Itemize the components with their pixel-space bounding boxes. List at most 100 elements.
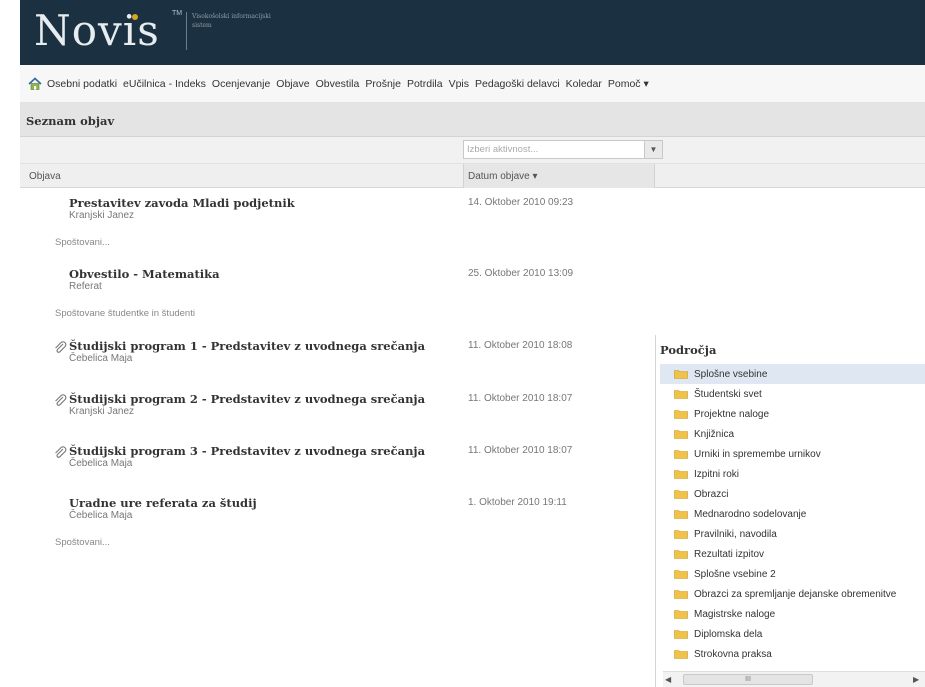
areas-panel: Področja Splošne vsebine Študentski svet P… [655,335,925,687]
area-tree-item[interactable]: Obrazci za spremljanje dejanske obremeni… [660,584,925,604]
logo-trademark: TM [172,10,183,17]
folder-icon [674,510,688,519]
area-tree-item[interactable]: Izpitni roki [660,464,925,484]
scroll-right-arrow-icon[interactable]: ▶ [913,675,919,684]
nav-item[interactable]: Objave [276,78,309,90]
nav-item[interactable]: Osebni podatki [47,78,117,90]
announcement-author: Referat [69,281,102,292]
nav-item[interactable]: eUčilnica - Indeks [123,78,206,90]
panel-title: Seznam objav [26,114,115,128]
nav-item[interactable]: Koledar [566,78,602,90]
announcement-preview: Spoštovani... [55,537,110,548]
area-tree-label: Projektne naloge [694,408,770,420]
area-tree-item[interactable]: Knjižnica [660,424,925,444]
activity-filter-input[interactable]: Izberi aktivnost... [467,144,538,155]
area-tree-label: Pravilniki, navodila [694,528,777,540]
folder-icon [674,590,688,599]
announcement-author: Kranjski Janez [69,210,135,221]
folder-icon [674,430,688,439]
logo-subtitle: Visokošolski informacijski sistem [192,13,271,29]
paperclip-icon [55,394,67,406]
area-tree-item[interactable]: Strokovna praksa [660,644,925,664]
column-header-datum-cell[interactable]: Datum objave ▾ [463,164,655,188]
announcement-date: 11. Oktober 2010 18:08 [468,340,573,351]
activity-filter-combo[interactable]: Izberi aktivnost... ▼ [463,140,663,159]
table-row[interactable]: Prestavitev zavoda Mladi podjetnik Kranjs… [20,193,655,248]
grid-toolbar: Izberi aktivnost... ▼ [20,137,925,164]
nav-item[interactable]: Potrdila [407,78,443,90]
home-icon[interactable] [28,76,42,91]
area-tree-label: Strokovna praksa [694,648,772,660]
table-row[interactable]: Študijski program 3 - Predstavitev z uvo… [20,441,655,491]
table-row[interactable]: Študijski program 2 - Predstavitev z uvo… [20,389,655,439]
area-tree-label: Izpitni roki [694,468,740,480]
announcements-grid: Prestavitev zavoda Mladi podjetnik Kranjs… [20,188,655,558]
announcement-title[interactable]: Študijski program 3 - Predstavitev z uvo… [69,444,425,458]
nav-item[interactable]: Prošnje [365,78,401,90]
area-tree-item[interactable]: Splošne vsebine [660,364,925,384]
announcement-title[interactable]: Uradne ure referata za študij [69,496,257,510]
area-tree-label: Magistrske naloge [694,608,776,620]
folder-icon [674,630,688,639]
area-tree-item[interactable]: Splošne vsebine 2 [660,564,925,584]
folder-icon [674,650,688,659]
folder-icon [674,610,688,619]
area-tree-item[interactable]: Obrazci [660,484,925,504]
table-row[interactable]: Obvestilo - Matematika Referat 25. Oktober… [20,264,655,319]
folder-icon [674,390,688,399]
paperclip-icon [55,446,67,458]
area-tree-item[interactable]: Diplomska dela [660,624,925,644]
announcement-preview: Spoštovane študentke in študenti [55,308,195,319]
announcement-title[interactable]: Prestavitev zavoda Mladi podjetnik [69,196,295,210]
area-tree-item[interactable]: Projektne naloge [660,404,925,424]
area-tree-label: Rezultati izpitov [694,548,765,560]
main-nav: Osebni podatki eUčilnica - Indeks Ocenjeva… [20,65,925,103]
announcement-date: 14. Oktober 2010 09:23 [468,197,574,208]
grid-header: Objava Datum objave ▾ [20,164,925,188]
areas-horizontal-scrollbar[interactable]: ◀ III ▶ [663,671,925,687]
area-tree-label: Študentski svet [694,388,762,400]
panel-header: Seznam objav [20,103,925,137]
announcement-author: Kranjski Janez [69,406,135,417]
nav-item[interactable]: Vpis [449,78,469,90]
table-row[interactable]: Študijski program 1 - Predstavitev z uvo… [20,336,655,386]
novis-logo: Novis [34,6,160,55]
area-tree-item[interactable]: Rezultati izpitov [660,544,925,564]
announcement-date: 25. Oktober 2010 13:09 [468,268,574,279]
announcement-title[interactable]: Obvestilo - Matematika [69,267,220,281]
announcement-title[interactable]: Študijski program 2 - Predstavitev z uvo… [69,392,425,406]
folder-icon [674,530,688,539]
area-tree-item[interactable]: Študentski svet [660,384,925,404]
area-tree-item[interactable]: Urniki in spremembe urnikov [660,444,925,464]
nav-item[interactable]: Pomoč ▾ [608,78,649,90]
folder-icon [674,410,688,419]
nav-item[interactable]: Ocenjevanje [212,78,270,90]
scroll-left-arrow-icon[interactable]: ◀ [665,675,671,684]
folder-icon [674,570,688,579]
column-header-datum[interactable]: Datum objave ▾ [468,171,538,182]
app-header: Novis TM Visokošolski informacijski sist… [20,0,925,65]
folder-icon [674,550,688,559]
folder-icon [674,470,688,479]
chevron-down-icon[interactable]: ▼ [644,141,662,158]
logo-dot [132,14,138,20]
area-tree-label: Obrazci za spremljanje dejanske obremeni… [694,588,897,600]
scroll-thumb[interactable]: III [683,674,813,685]
area-tree-item[interactable]: Mednarodno sodelovanje [660,504,925,524]
nav-item[interactable]: Obvestila [316,78,360,90]
table-row[interactable]: Uradne ure referata za študij Čebelica Ma… [20,493,655,548]
area-tree-item[interactable]: Pravilniki, navodila [660,524,925,544]
announcement-author: Čebelica Maja [69,458,133,469]
area-tree-label: Splošne vsebine [694,368,768,380]
area-tree-label: Urniki in spremembe urnikov [694,448,821,460]
area-tree-item[interactable]: Magistrske naloge [660,604,925,624]
announcement-title[interactable]: Študijski program 1 - Predstavitev z uvo… [69,339,425,353]
announcement-preview: Spoštovani... [55,237,110,248]
nav-item[interactable]: Pedagoški delavci [475,78,560,90]
areas-title: Področja [660,343,717,357]
announcement-date: 11. Oktober 2010 18:07 [468,445,573,456]
area-tree-label: Diplomska dela [694,628,763,640]
folder-icon [674,490,688,499]
announcement-author: Čebelica Maja [69,353,133,364]
column-header-objava[interactable]: Objava [29,171,61,182]
